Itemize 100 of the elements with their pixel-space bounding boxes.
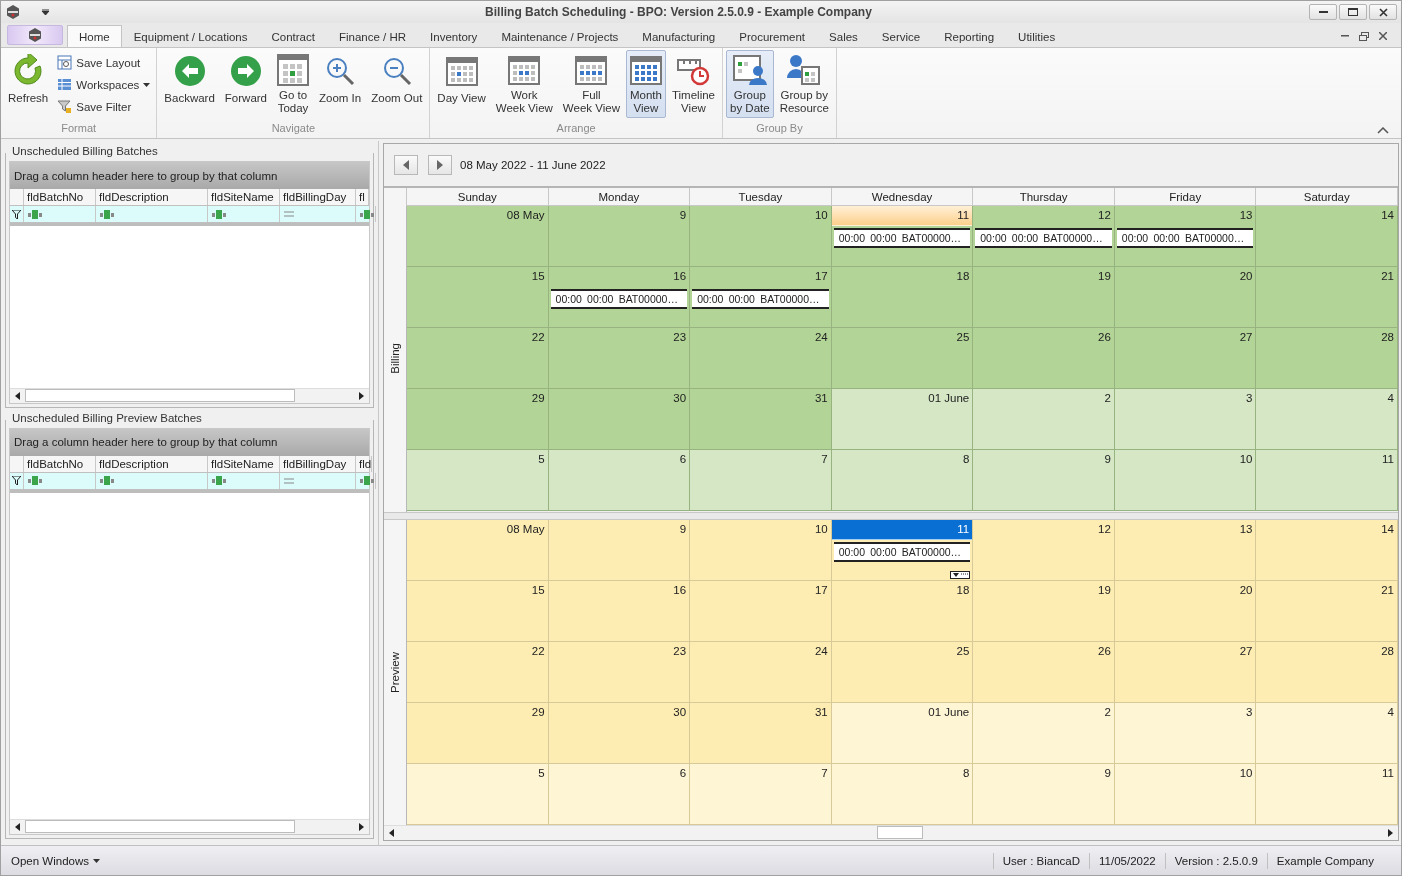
- menu-tab[interactable]: Manufacturing: [630, 25, 728, 47]
- day-cell[interactable]: 10: [690, 206, 832, 268]
- appointment[interactable]: 00:00 00:00 BAT00000…: [692, 289, 829, 310]
- day-cell[interactable]: 5: [407, 763, 549, 825]
- column-header[interactable]: fldSiteName: [208, 189, 280, 205]
- day-cell[interactable]: 8: [831, 450, 974, 512]
- day-cell[interactable]: 22: [407, 641, 549, 703]
- menu-tab[interactable]: Procurement: [727, 25, 818, 47]
- day-cell[interactable]: 16 00:00 00:00 BAT00000…: [548, 267, 691, 329]
- ribbon-button[interactable]: Full Week View: [558, 50, 624, 118]
- ribbon-button[interactable]: Zoom Out: [367, 50, 427, 118]
- close-button[interactable]: [1369, 4, 1397, 20]
- ribbon-button[interactable]: Timeline View: [667, 50, 719, 118]
- day-cell[interactable]: 26: [973, 328, 1115, 390]
- day-cell[interactable]: 5: [407, 450, 549, 512]
- restore-icon[interactable]: [1359, 31, 1369, 41]
- day-cell[interactable]: 01 June: [831, 389, 974, 451]
- day-cell[interactable]: 25: [831, 641, 974, 703]
- menu-tab[interactable]: Maintenance / Projects: [489, 25, 631, 47]
- day-cell[interactable]: 13 00:00 00:00 BAT00000…: [1114, 206, 1257, 268]
- group-by-area[interactable]: Drag a column header here to group by that column: [10, 428, 369, 456]
- day-cell[interactable]: 20: [1114, 580, 1257, 642]
- day-cell[interactable]: 27: [1114, 328, 1257, 390]
- day-cell[interactable]: 21: [1256, 580, 1398, 642]
- appointment[interactable]: 00:00 00:00 BAT00000…: [833, 228, 971, 248]
- appointment[interactable]: 00:00 00:00 BAT00000…: [975, 228, 1112, 248]
- day-cell[interactable]: 28: [1256, 328, 1398, 390]
- ribbon-button[interactable]: Group by Date: [726, 50, 774, 118]
- ribbon-button[interactable]: Refresh: [4, 50, 53, 118]
- day-cell[interactable]: 13: [1114, 519, 1257, 581]
- scroll-thumb[interactable]: [25, 820, 295, 833]
- day-cell[interactable]: 22: [407, 328, 549, 390]
- day-cell[interactable]: 23: [548, 328, 691, 390]
- previous-button[interactable]: [394, 155, 418, 175]
- scroll-thumb[interactable]: [877, 826, 924, 839]
- day-cell[interactable]: 23: [548, 641, 691, 703]
- day-cell[interactable]: 10: [1114, 450, 1257, 512]
- day-cell[interactable]: 31: [690, 702, 832, 764]
- day-cell[interactable]: 11: [1256, 763, 1398, 825]
- column-header[interactable]: fld: [356, 455, 373, 472]
- ribbon-button[interactable]: Day View: [433, 50, 490, 118]
- collapse-ribbon-icon[interactable]: [1377, 127, 1389, 134]
- day-cell[interactable]: 3: [1114, 702, 1257, 764]
- application-menu-button[interactable]: [7, 25, 63, 45]
- day-cell[interactable]: 7: [690, 763, 832, 825]
- column-header[interactable]: fldDescription: [96, 455, 208, 472]
- day-cell[interactable]: 08 May: [407, 206, 549, 268]
- day-cell[interactable]: 17: [690, 580, 832, 642]
- day-cell[interactable]: 17 00:00 00:00 BAT00000…: [690, 267, 832, 329]
- day-cell[interactable]: 11: [1256, 450, 1398, 512]
- column-header[interactable]: fl: [356, 189, 369, 205]
- day-cell[interactable]: 2: [973, 389, 1115, 451]
- minimize-button[interactable]: [1309, 4, 1337, 20]
- group-by-area[interactable]: Drag a column header here to group by that column: [10, 162, 369, 189]
- column-header[interactable]: fldBillingDay: [280, 189, 356, 205]
- day-cell[interactable]: 9: [548, 206, 691, 268]
- day-cell[interactable]: 7: [690, 450, 832, 512]
- ribbon-button[interactable]: Zoom In: [315, 50, 366, 118]
- day-cell[interactable]: 19: [973, 580, 1115, 642]
- ribbon-button[interactable]: Group by Resource: [775, 50, 833, 118]
- ribbon-button[interactable]: Backward: [160, 50, 219, 118]
- scroll-thumb[interactable]: [25, 388, 295, 402]
- day-cell[interactable]: 24: [690, 641, 832, 703]
- column-header[interactable]: fldSiteName: [208, 455, 280, 472]
- day-cell[interactable]: 27: [1114, 641, 1257, 703]
- appointment[interactable]: 00:00 00:00 BAT00000…: [1116, 228, 1254, 248]
- horizontal-scrollbar[interactable]: [384, 825, 1398, 840]
- quick-access-menu-icon[interactable]: [41, 9, 50, 15]
- day-cell[interactable]: 25: [831, 328, 974, 390]
- day-cell[interactable]: 11 00:00 00:00 BAT00000…: [831, 519, 974, 581]
- column-header[interactable]: fldBatchNo: [24, 189, 96, 205]
- day-cell[interactable]: 4: [1256, 702, 1398, 764]
- day-cell[interactable]: 18: [831, 267, 974, 329]
- more-appointments-icon[interactable]: [950, 570, 971, 579]
- menu-tab[interactable]: Inventory: [418, 25, 490, 47]
- menu-tab[interactable]: Reporting: [932, 25, 1007, 47]
- day-cell[interactable]: 30: [548, 702, 691, 764]
- ribbon-button[interactable]: Workspaces: [54, 74, 154, 95]
- day-cell[interactable]: 19: [973, 267, 1115, 329]
- column-header[interactable]: fldBatchNo: [24, 455, 96, 472]
- horizontal-scrollbar[interactable]: [10, 387, 369, 403]
- menu-tab[interactable]: Sales: [817, 25, 870, 47]
- next-button[interactable]: [428, 155, 452, 175]
- ribbon-button[interactable]: Work Week View: [491, 50, 557, 118]
- day-cell[interactable]: 12: [973, 519, 1115, 581]
- day-cell[interactable]: 29: [407, 702, 549, 764]
- column-header[interactable]: fldBillingDay: [280, 455, 356, 472]
- day-cell[interactable]: 08 May: [407, 519, 549, 581]
- ribbon-button[interactable]: Go to Today: [273, 50, 314, 118]
- day-cell[interactable]: 12 00:00 00:00 BAT00000…: [973, 206, 1115, 268]
- day-cell[interactable]: 3: [1114, 389, 1257, 451]
- day-cell[interactable]: 31: [690, 389, 832, 451]
- day-cell[interactable]: 15: [407, 267, 549, 329]
- day-cell[interactable]: 9: [973, 450, 1115, 512]
- ribbon-button[interactable]: Save Layout: [54, 52, 154, 73]
- day-cell[interactable]: 10: [1114, 763, 1257, 825]
- day-cell[interactable]: 16: [548, 580, 691, 642]
- day-cell[interactable]: 20: [1114, 267, 1257, 329]
- appointment[interactable]: 00:00 00:00 BAT00000…: [550, 289, 688, 310]
- menu-tab[interactable]: Utilities: [1006, 25, 1068, 47]
